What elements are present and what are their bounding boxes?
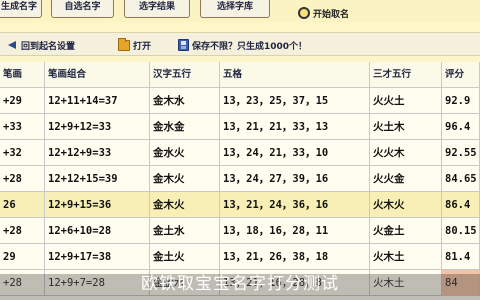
cell-score: 80.15: [442, 218, 480, 244]
table-row[interactable]: +32 12+12+9=33 金水火 13，24，21，33，10 火火木 92…: [0, 140, 480, 166]
header-five-grids[interactable]: 五格: [220, 62, 370, 88]
start-naming-button[interactable]: 开始取名: [298, 5, 349, 21]
cell-stroke-combo: 12+11+14=37: [45, 88, 150, 114]
cell-char-elements: 金木水: [150, 88, 220, 114]
open-button[interactable]: 打开: [118, 37, 151, 53]
cell-sancai-elements: 火火土: [370, 88, 442, 114]
folder-icon: [118, 37, 130, 51]
cell-strokes: 26: [0, 192, 45, 218]
table-row[interactable]: 29 12+9+17=38 金土火 13，21，26，38，18 火木土 81.…: [0, 244, 480, 270]
table-header-row: 笔画 笔画组合 汉字五行 五格 三才五行 评分: [0, 62, 480, 88]
table-row[interactable]: +29 12+11+14=37 金木水 13，23，25，37，15 火火土 9…: [0, 88, 480, 114]
tab-generate-names[interactable]: 生成名字: [0, 0, 42, 18]
cell-stroke-combo: 12+9+17=38: [45, 244, 150, 270]
open-label: 打开: [133, 41, 152, 52]
header-char-elements[interactable]: 汉字五行: [150, 62, 220, 88]
cell-score: 92.9: [442, 88, 480, 114]
cell-five-grids: 13，24，27，39，16: [220, 166, 370, 192]
cell-char-elements: 金木火: [150, 166, 220, 192]
cell-sancai-elements: 火土木: [370, 114, 442, 140]
cell-five-grids: 13，21，24，36，16: [220, 192, 370, 218]
video-caption: 欧铁取宝宝名字打分测试: [141, 274, 339, 294]
cell-strokes: 29: [0, 244, 45, 270]
cell-strokes: +28: [0, 218, 45, 244]
cell-five-grids: 13，21，26，38，18: [220, 244, 370, 270]
start-naming-label: 开始取名: [313, 9, 350, 20]
header-sancai-elements[interactable]: 三才五行: [370, 62, 442, 88]
cell-stroke-combo: 12+6+10=28: [45, 218, 150, 244]
table-row-selected[interactable]: 26 12+9+15=36 金木火 13，21，24，36，16 火木火 86.…: [0, 192, 480, 218]
save-disk-icon: [178, 39, 189, 51]
table-row[interactable]: +28 12+6+10=28 金土水 13，18，16，28，11 火金土 80…: [0, 218, 480, 244]
cell-five-grids: 13，21，21，33，13: [220, 114, 370, 140]
cell-sancai-elements: 火火木: [370, 140, 442, 166]
header-strokes[interactable]: 笔画: [0, 62, 45, 88]
cell-sancai-elements: 火木火: [370, 192, 442, 218]
start-icon: [298, 7, 310, 19]
cell-score: 96.4: [442, 114, 480, 140]
results-table: 笔画 笔画组合 汉字五行 五格 三才五行 评分 +29 12+11+14=37 …: [0, 62, 480, 300]
toolbar: 回到起名设置 打开 保存不限？只生成1000个！: [0, 32, 480, 56]
cell-score: 84.65: [442, 166, 480, 192]
tab-strip: 生成名字 自选名字 选字结果 选择字库 开始取名: [0, 0, 480, 22]
tab-character-library[interactable]: 选择字库: [200, 0, 270, 18]
cell-sancai-elements: 火木土: [370, 244, 442, 270]
cell-score: 86.4: [442, 192, 480, 218]
cell-five-grids: 13，18，16，28，11: [220, 218, 370, 244]
cell-stroke-combo: 12+12+9=33: [45, 140, 150, 166]
cell-char-elements: 金水金: [150, 114, 220, 140]
tab-selection-results[interactable]: 选字结果: [124, 0, 190, 18]
cell-char-elements: 金木火: [150, 192, 220, 218]
cell-stroke-combo: 12+9+12=33: [45, 114, 150, 140]
tab-custom-names[interactable]: 自选名字: [51, 0, 114, 18]
cell-strokes: +29: [0, 88, 45, 114]
cell-score: 81.4: [442, 244, 480, 270]
back-arrow-icon: [8, 40, 18, 50]
cell-char-elements: 金土水: [150, 218, 220, 244]
cell-sancai-elements: 火火金: [370, 166, 442, 192]
cell-score: 92.55: [442, 140, 480, 166]
save-label: 保存不限？只生成1000个！: [192, 41, 308, 52]
cell-stroke-combo: 12+12+15=39: [45, 166, 150, 192]
cell-stroke-combo: 12+9+15=36: [45, 192, 150, 218]
cell-strokes: +32: [0, 140, 45, 166]
header-stroke-combo[interactable]: 笔画组合: [45, 62, 150, 88]
back-to-settings-label: 回到起名设置: [21, 41, 76, 52]
cell-sancai-elements: 火金土: [370, 218, 442, 244]
cell-char-elements: 金土火: [150, 244, 220, 270]
header-score[interactable]: 评分: [442, 62, 480, 88]
table-row[interactable]: +28 12+12+15=39 金木火 13，24，27，39，16 火火金 8…: [0, 166, 480, 192]
back-to-settings-button[interactable]: 回到起名设置: [8, 37, 75, 53]
cell-strokes: +28: [0, 166, 45, 192]
cell-char-elements: 金水火: [150, 140, 220, 166]
cell-five-grids: 13，23，25，37，15: [220, 88, 370, 114]
table-row[interactable]: +33 12+9+12=33 金水金 13，21，21，33，13 火土木 96…: [0, 114, 480, 140]
save-button[interactable]: 保存不限？只生成1000个！: [178, 37, 307, 53]
cell-strokes: +33: [0, 114, 45, 140]
cell-five-grids: 13，24，21，33，10: [220, 140, 370, 166]
